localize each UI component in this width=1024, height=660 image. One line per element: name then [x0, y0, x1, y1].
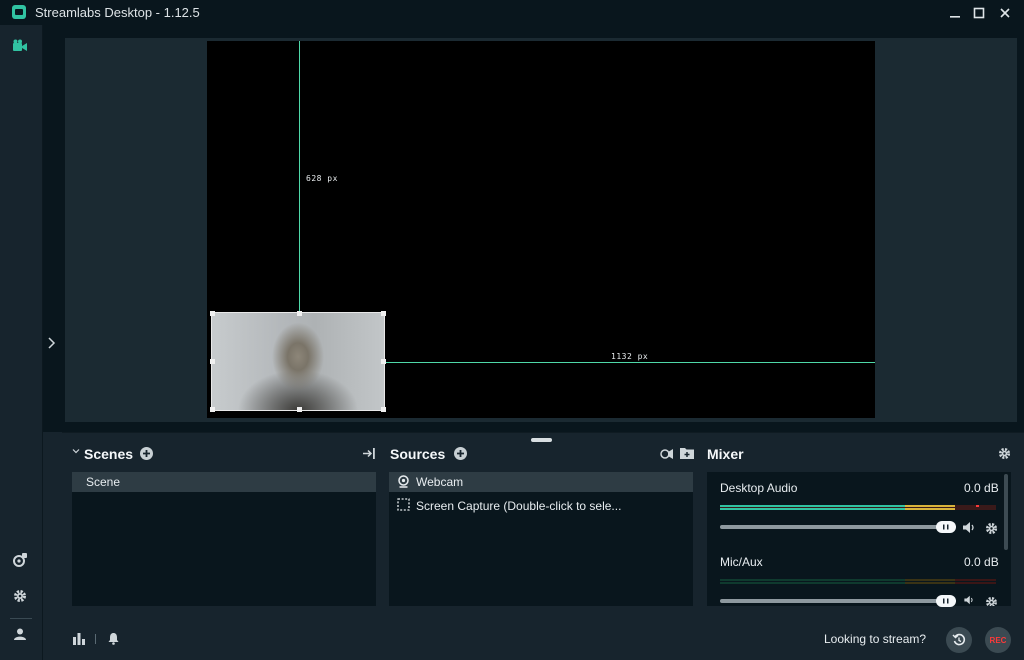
audio-settings-gear-icon[interactable] [985, 596, 998, 606]
volume-slider[interactable] [720, 525, 956, 529]
mixer-settings-gear-icon[interactable] [998, 447, 1011, 460]
source-properties-icon[interactable] [659, 447, 675, 461]
add-source-icon[interactable] [454, 447, 467, 460]
audio-settings-gear-icon[interactable] [985, 522, 998, 535]
resize-handle[interactable] [210, 407, 215, 412]
source-item-label: Webcam [416, 475, 464, 489]
close-icon[interactable] [996, 4, 1014, 22]
vertical-guide [299, 41, 300, 313]
scenes-list [72, 472, 376, 606]
resize-handle[interactable] [381, 359, 386, 364]
audio-channel-level: 0.0 dB [964, 481, 999, 495]
audio-channel-level: 0.0 dB [964, 555, 999, 569]
sources-list [389, 472, 693, 606]
webcam-icon [397, 475, 410, 488]
settings-gear-icon[interactable] [10, 586, 30, 606]
add-scene-icon[interactable] [140, 447, 153, 460]
source-item-label: Screen Capture (Double-click to sele... [416, 499, 622, 513]
speaker-icon[interactable] [962, 595, 976, 605]
replay-buffer-button[interactable] [946, 627, 972, 653]
record-label: REC [989, 635, 1007, 645]
resize-handle[interactable] [381, 311, 386, 316]
notifications-bell-icon[interactable] [107, 632, 120, 645]
window-title: Streamlabs Desktop - 1.12.5 [35, 5, 200, 20]
screen-capture-icon [397, 498, 410, 511]
audio-channel-name: Desktop Audio [720, 481, 798, 495]
maximize-icon[interactable] [970, 4, 988, 22]
studio-camera-icon[interactable] [10, 36, 30, 56]
volume-meter [720, 505, 996, 510]
nav-divider [10, 618, 32, 619]
performance-stats-icon[interactable] [72, 632, 86, 645]
user-profile-icon[interactable] [10, 624, 30, 644]
audio-channel-name: Mic/Aux [720, 555, 763, 569]
go-live-prompt[interactable]: Looking to stream? [824, 632, 926, 646]
scenes-title: Scenes [84, 446, 134, 462]
webcam-source-preview[interactable] [211, 312, 385, 411]
footer-divider [95, 634, 96, 644]
resize-handle[interactable] [210, 311, 215, 316]
minimize-icon[interactable] [946, 4, 964, 22]
panel-resize-grip[interactable] [531, 438, 552, 442]
streamlabs-logo-icon [12, 5, 26, 19]
volume-meter [720, 579, 996, 584]
height-distance-label: 628 px [306, 174, 338, 183]
volume-slider-knob[interactable] [936, 521, 956, 533]
speaker-icon[interactable] [962, 521, 976, 534]
width-distance-label: 1132 px [611, 352, 649, 361]
chevron-down-icon[interactable] [72, 447, 80, 455]
horizontal-guide [384, 362, 875, 363]
add-folder-icon[interactable] [680, 447, 694, 459]
volume-slider[interactable] [720, 599, 956, 603]
themes-icon[interactable] [10, 550, 30, 570]
resize-handle[interactable] [297, 311, 302, 316]
chevron-right-icon[interactable] [45, 336, 57, 350]
volume-slider-knob[interactable] [936, 595, 956, 607]
panel-divider [62, 432, 1024, 433]
resize-handle[interactable] [381, 407, 386, 412]
resize-handle[interactable] [297, 407, 302, 412]
mixer-scrollbar[interactable] [1004, 474, 1008, 550]
scene-item-label: Scene [86, 475, 121, 489]
record-button[interactable]: REC [985, 627, 1011, 653]
sources-title: Sources [390, 446, 446, 462]
mixer-title: Mixer [707, 446, 744, 462]
scene-transitions-icon[interactable] [362, 447, 376, 460]
resize-handle[interactable] [210, 359, 215, 364]
